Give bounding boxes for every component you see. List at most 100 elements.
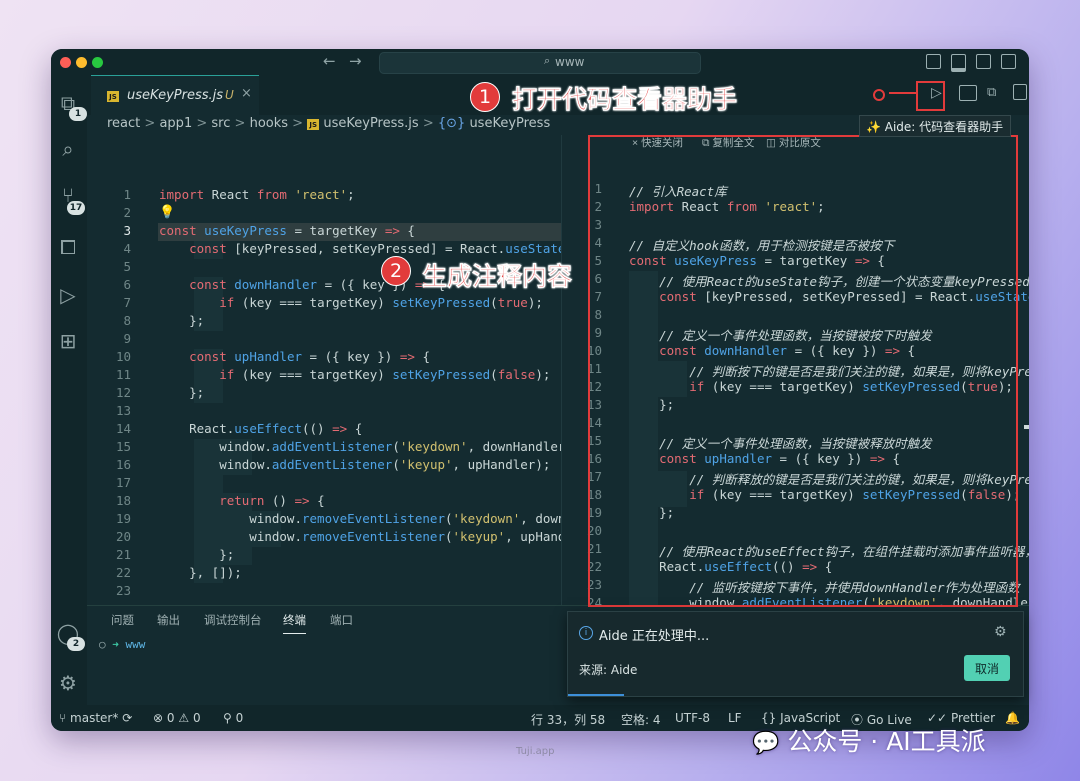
callout-1-number: 1 — [470, 82, 500, 112]
code-line-16: window.addEventListener('keyup', upHandl… — [159, 457, 551, 472]
tab-ports[interactable]: 端口 — [330, 612, 353, 628]
command-center-search[interactable]: ⌕ www — [379, 52, 701, 74]
quick-close-button[interactable]: × 快速关闭 — [632, 135, 683, 150]
viewer-scrollbar[interactable] — [1024, 425, 1029, 429]
problems-status[interactable]: ⊗ 0 ⚠ 0 — [153, 711, 201, 725]
breadcrumb-item[interactable]: hooks — [250, 116, 288, 131]
viewer-line-number: 20 — [586, 523, 602, 538]
warning-count: 0 — [192, 711, 201, 725]
branch-icon: ⑂ — [59, 711, 67, 725]
breadcrumb-item[interactable]: src — [211, 116, 230, 131]
cancel-button[interactable]: 取消 — [964, 655, 1010, 681]
breadcrumb-item[interactable]: useKeyPress.js — [323, 116, 418, 131]
viewer-line-number: 2 — [594, 199, 602, 214]
viewer-line-17: // 判断释放的键是否是我们关注的键，如果是，则将keyPress — [629, 472, 1029, 487]
line-number: 18 — [115, 493, 131, 508]
viewer-line-1: // 引入React库 — [629, 184, 727, 199]
viewer-line-5: const useKeyPress = targetKey => { — [629, 253, 885, 268]
breadcrumb-separator: > — [144, 116, 156, 131]
viewer-line-22: React.useEffect(() => { — [629, 559, 833, 574]
copy-all-label: 复制全文 — [712, 137, 755, 149]
viewer-line-number: 4 — [594, 235, 602, 250]
back-arrow-icon[interactable]: ← — [323, 52, 336, 70]
viewer-line-number: 21 — [586, 541, 602, 556]
tab-terminal[interactable]: 终端 — [283, 612, 306, 634]
tab-usekeypress[interactable]: JS useKeyPress.js U × — [91, 75, 259, 116]
tab-debug-console[interactable]: 调试控制台 — [204, 612, 262, 628]
compare-original-button[interactable]: ◫ 对比原文 — [766, 135, 821, 150]
search-sidebar-icon[interactable]: ⌕ — [56, 137, 80, 161]
line-number: 3 — [123, 223, 131, 238]
copy-all-button[interactable]: ⧉ 复制全文 — [702, 135, 754, 150]
line-number: 14 — [115, 421, 131, 436]
code-line-8: }; — [159, 313, 205, 328]
code-viewer-helper-icon[interactable] — [959, 85, 977, 101]
ports-count: 0 — [235, 711, 244, 725]
split-editor-icon[interactable] — [1013, 84, 1027, 100]
code-editor[interactable]: 💡 12345678910111213141516171819202122232… — [87, 137, 561, 597]
ports-status[interactable]: ⚲ 0 — [223, 711, 243, 725]
end-of-line[interactable]: LF — [728, 711, 742, 725]
tab-problems[interactable]: 问题 — [111, 612, 134, 628]
viewer-line-number: 17 — [586, 469, 602, 484]
sync-icon[interactable]: ⟳ — [122, 711, 132, 725]
zoom-window-button[interactable] — [92, 57, 103, 68]
close-window-button[interactable] — [60, 57, 71, 68]
viewer-line-number: 19 — [586, 505, 602, 520]
lightbulb-icon[interactable]: 💡 — [159, 205, 175, 220]
code-viewer-pane[interactable]: × 快速关闭 ⧉ 复制全文 ◫ 对比原文 1 2 3 4 5 6 7 8 9 10 11 12 13 14… — [561, 135, 1029, 667]
breadcrumb-item[interactable]: react — [107, 116, 140, 131]
line-number: 20 — [115, 529, 131, 544]
terminal-line[interactable]: ○ ➜ www — [99, 638, 145, 651]
remote-explorer-icon[interactable]: ⧠ — [56, 235, 80, 259]
line-number: 5 — [123, 259, 131, 274]
breadcrumb-item[interactable]: useKeyPress — [469, 116, 550, 131]
viewer-line-9: // 定义一个事件处理函数，当按键被按下时触发 — [629, 328, 932, 343]
tab-output[interactable]: 输出 — [157, 612, 180, 628]
code-line-11: if (key === targetKey) setKeyPressed(fal… — [219, 367, 551, 382]
viewer-line-number: 12 — [586, 379, 602, 394]
breadcrumb-separator: > — [234, 116, 246, 131]
code-line-10: const upHandler = ({ key }) => { — [189, 349, 430, 364]
extensions-icon[interactable]: ⊞ — [56, 329, 80, 353]
line-number: 2 — [123, 205, 131, 220]
notifications-bell-icon[interactable]: 🔔 — [1005, 711, 1020, 725]
callout-2-number: 2 — [381, 256, 411, 286]
line-number: 12 — [115, 385, 131, 400]
forward-arrow-icon[interactable]: → — [349, 52, 362, 70]
line-number: 8 — [123, 313, 131, 328]
line-number: 16 — [115, 457, 131, 472]
line-number: 4 — [123, 241, 131, 256]
tuji-text: Tuji.app — [516, 746, 555, 757]
cursor-position[interactable]: 行 33，列 58 — [531, 711, 605, 728]
line-number: 23 — [115, 583, 131, 597]
notification-settings-gear-icon[interactable]: ⚙ — [994, 624, 1007, 640]
arrow-tail — [873, 89, 885, 101]
encoding[interactable]: UTF-8 — [675, 711, 710, 725]
search-text: www — [555, 55, 585, 69]
customize-layout-icon[interactable] — [1001, 54, 1016, 69]
indentation[interactable]: 空格: 4 — [621, 711, 661, 728]
code-line-21: }; — [159, 547, 235, 562]
minimize-window-button[interactable] — [76, 57, 87, 68]
code-line-4: const [keyPressed, setKeyPressed] = Reac… — [189, 241, 561, 256]
breadcrumb: react > app1 > src > hooks > JS useKeyPr… — [107, 116, 550, 136]
breadcrumb-item[interactable]: app1 — [159, 116, 192, 131]
viewer-line-15: // 定义一个事件处理函数，当按键被释放时触发 — [629, 436, 932, 451]
toggle-sidebar-icon[interactable] — [926, 54, 941, 69]
branch-status[interactable]: ⑂ master* ⟳ — [59, 711, 132, 725]
viewer-line-16: const upHandler = ({ key }) => { — [659, 451, 900, 466]
viewer-line-4: // 自定义hook函数，用于检测按键是否被按下 — [629, 238, 895, 253]
open-preview-icon[interactable]: ⧉ — [987, 85, 996, 100]
tab-close-icon[interactable]: × — [241, 86, 252, 101]
code-line-3: const useKeyPress = targetKey => { — [159, 223, 415, 238]
line-number: 9 — [123, 331, 131, 346]
arrow-line — [889, 92, 917, 94]
toggle-secondary-sidebar-icon[interactable] — [976, 54, 991, 69]
code-line-20: window.removeEventListener('keyup', upHa… — [159, 529, 561, 544]
run-debug-icon[interactable]: ▷ — [56, 283, 80, 307]
settings-gear-icon[interactable]: ⚙ — [56, 671, 80, 695]
warning-icon: ⚠ — [178, 711, 190, 725]
toggle-panel-icon[interactable] — [951, 54, 966, 72]
callout-1-text: 打开代码查看器助手 — [512, 85, 738, 115]
